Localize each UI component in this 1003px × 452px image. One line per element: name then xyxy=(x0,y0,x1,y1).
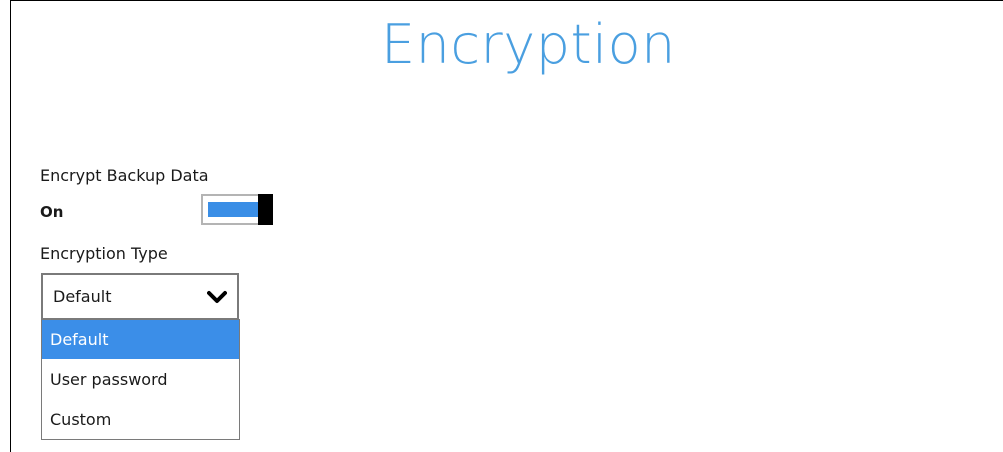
toggle-track-fill xyxy=(208,202,260,217)
encrypt-backup-label: Encrypt Backup Data xyxy=(40,166,209,185)
toggle-knob xyxy=(258,194,273,225)
encryption-type-label: Encryption Type xyxy=(40,244,168,263)
encrypt-backup-toggle[interactable] xyxy=(201,194,273,225)
encryption-type-selected-value: Default xyxy=(53,287,112,306)
option-user-password[interactable]: User password xyxy=(42,360,239,399)
settings-panel: Encryption Encrypt Backup Data On Encryp… xyxy=(10,0,1003,452)
encryption-type-select[interactable]: Default xyxy=(41,273,239,320)
option-default[interactable]: Default xyxy=(42,320,239,359)
option-custom[interactable]: Custom xyxy=(42,400,239,439)
page-title: Encryption xyxy=(381,13,676,76)
chevron-down-icon xyxy=(207,291,227,303)
encrypt-state-label: On xyxy=(40,203,64,221)
encryption-type-options: Default User password Custom xyxy=(41,319,240,440)
